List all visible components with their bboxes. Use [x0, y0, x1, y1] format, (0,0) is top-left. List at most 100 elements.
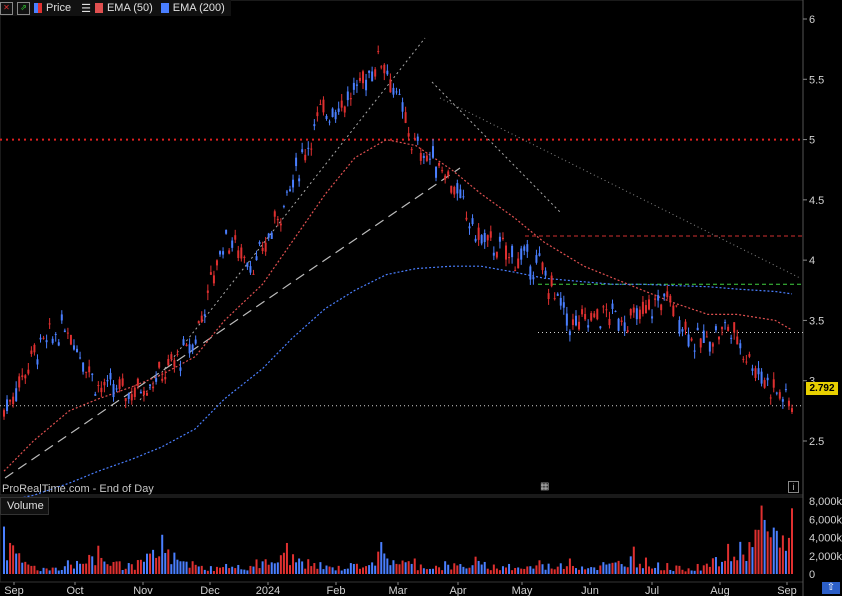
- close-panel-icon[interactable]: ✕: [0, 1, 13, 15]
- price-candle-body: [21, 375, 24, 377]
- price-candle-body: [678, 320, 681, 334]
- volume-bar: [173, 552, 176, 574]
- volume-bar: [395, 563, 398, 574]
- volume-bar: [54, 567, 57, 574]
- price-candle-body: [12, 396, 15, 405]
- price-candle-body: [632, 307, 635, 313]
- price-candle-body: [562, 302, 565, 308]
- price-candle-body: [352, 82, 355, 90]
- price-candle-body: [42, 337, 45, 339]
- volume-bar: [535, 565, 538, 574]
- price-candle-body: [331, 108, 334, 117]
- volume-bar: [145, 553, 148, 574]
- price-candle-body: [176, 353, 179, 355]
- price-candle-body: [100, 387, 103, 393]
- volume-bar: [714, 557, 717, 574]
- price-candle-body: [212, 275, 215, 284]
- volume-bar: [781, 535, 784, 574]
- volume-bar: [365, 566, 368, 574]
- volume-bar: [477, 560, 480, 574]
- price-candle-body: [3, 410, 5, 417]
- y-tick-label: 6: [809, 14, 815, 26]
- expand-panel-icon[interactable]: ⇗: [17, 1, 30, 15]
- volume-bar: [644, 557, 647, 574]
- volume-bar: [167, 549, 170, 574]
- price-candle-body: [648, 299, 651, 310]
- volume-bar: [544, 569, 547, 574]
- volume-bar: [778, 547, 781, 574]
- volume-bar: [431, 568, 434, 574]
- volume-bar: [130, 564, 133, 574]
- list-icon[interactable]: ☰: [81, 2, 91, 15]
- volume-bar: [404, 562, 407, 574]
- volume-bar: [94, 565, 97, 574]
- price-candle-body: [550, 275, 553, 287]
- price-candle-body: [638, 309, 641, 319]
- volume-bar: [231, 566, 234, 574]
- volume-bar: [179, 561, 182, 574]
- volume-bar: [727, 543, 730, 574]
- volume-bar: [206, 570, 209, 574]
- price-candle-body: [292, 179, 295, 188]
- volume-bar: [386, 558, 389, 574]
- price-candle-body: [112, 384, 115, 398]
- volume-bar: [666, 563, 669, 574]
- price-candle-body: [748, 354, 751, 357]
- price-candle-body: [553, 298, 556, 300]
- price-candle-body: [209, 272, 212, 275]
- price-candle-body: [690, 338, 693, 341]
- volume-bar: [292, 554, 295, 574]
- volume-bar: [264, 559, 267, 574]
- volume-bar: [380, 542, 383, 574]
- price-candle-body: [699, 338, 702, 348]
- volume-bar: [349, 563, 352, 574]
- volume-bar: [721, 561, 724, 574]
- volume-bar: [632, 546, 635, 574]
- ema50-swatch: [94, 3, 103, 13]
- price-candle-body: [781, 399, 784, 402]
- price-candle-body: [45, 340, 48, 343]
- volume-bar: [185, 561, 188, 574]
- volume-bar: [127, 563, 130, 574]
- price-candle-body: [608, 318, 611, 326]
- price-candle-body: [149, 384, 152, 387]
- volume-bar: [36, 570, 39, 574]
- volume-bar: [304, 568, 307, 574]
- volume-bar: [501, 566, 504, 574]
- price-candle-body: [791, 408, 793, 412]
- volume-bar: [45, 568, 48, 574]
- calendar-icon[interactable]: ▦: [540, 481, 549, 492]
- price-candle-body: [219, 251, 222, 255]
- info-icon[interactable]: i: [788, 481, 799, 493]
- price-candle-body: [243, 256, 246, 259]
- volume-bar: [79, 563, 82, 574]
- volume-bar: [352, 563, 355, 574]
- price-candle-body: [666, 291, 669, 298]
- price-candle-body: [285, 191, 288, 193]
- volume-bar: [124, 568, 127, 574]
- price-candle-body: [368, 70, 371, 73]
- price-chart[interactable]: 65.554.543.532.58,000k6,000k4,000k2,000k…: [0, 0, 842, 596]
- y-tick-label: 4.5: [809, 195, 824, 207]
- volume-bar: [550, 568, 553, 574]
- volume-bar: [215, 566, 218, 574]
- price-candle-body: [556, 293, 559, 296]
- volume-bar: [69, 564, 72, 574]
- volume-bar: [155, 557, 158, 574]
- volume-bar: [161, 534, 164, 574]
- volume-bar: [212, 570, 215, 574]
- volume-tick-label: 4,000k: [809, 533, 842, 545]
- price-candle-body: [118, 379, 121, 389]
- y-tick-label: 2.5: [809, 436, 824, 448]
- volume-bar: [398, 564, 401, 574]
- volume-bar: [574, 568, 577, 574]
- volume-bar: [456, 565, 459, 574]
- volume-bar: [301, 561, 304, 574]
- volume-bar: [136, 560, 139, 574]
- volume-bar: [623, 566, 626, 574]
- price-candle-body: [136, 378, 139, 386]
- scroll-up-icon[interactable]: ⇧: [822, 582, 840, 594]
- price-panel: [0, 0, 804, 496]
- volume-bar: [377, 551, 380, 574]
- price-candle-body: [745, 361, 748, 363]
